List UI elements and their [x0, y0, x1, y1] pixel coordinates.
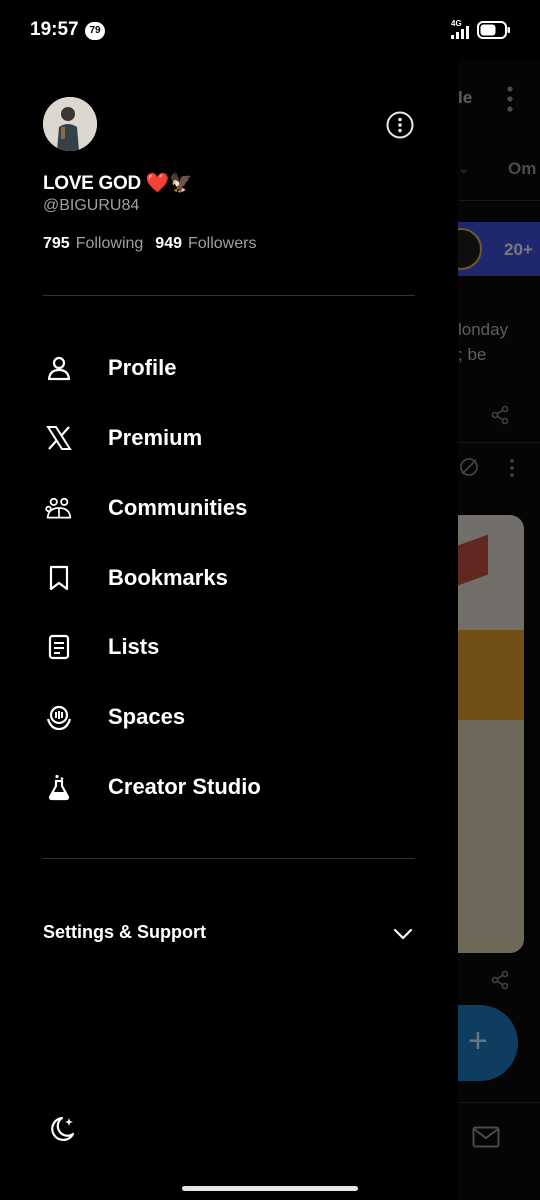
nav-item-premium[interactable]: Premium [43, 414, 423, 462]
nav-item-spaces[interactable]: Spaces [43, 693, 423, 741]
theme-moon-icon[interactable] [45, 1114, 77, 1146]
side-drawer: LOVE GOD ❤️🦅 @BIGURU84 795 Following 949… [0, 0, 458, 1200]
background-feed[interactable]: le ⌄ Om 20+ londay ; be + [458, 60, 540, 1200]
notification-count-badge: 79 [85, 22, 105, 40]
nav-label: Premium [108, 425, 203, 450]
nav-item-creator-studio[interactable]: Creator Studio [43, 763, 423, 811]
signal-icon: 4G [451, 19, 469, 39]
battery-icon [477, 21, 510, 39]
chevron-down-icon [393, 928, 413, 940]
flask-icon [43, 771, 75, 803]
followers-label[interactable]: Followers [188, 235, 256, 253]
nav-label: Profile [108, 355, 177, 380]
status-time: 19:57 [30, 19, 79, 40]
nav-item-profile[interactable]: Profile [43, 344, 423, 392]
home-indicator[interactable] [182, 1186, 358, 1191]
nav-item-communities[interactable]: Communities [43, 484, 423, 532]
avatar[interactable] [43, 97, 97, 151]
following-label[interactable]: Following [76, 235, 144, 253]
network-type: 4G [451, 19, 462, 28]
nav-label: Spaces [108, 704, 186, 729]
divider [43, 295, 415, 296]
screen: 19:57 79 4G le ⌄ Om 20+ londay ; be + LO… [0, 0, 540, 1200]
user-handle[interactable]: @BIGURU84 [43, 197, 139, 215]
settings-support-label: Settings & Support [43, 922, 206, 942]
display-name[interactable]: LOVE GOD ❤️🦅 [43, 171, 193, 195]
following-count[interactable]: 795 [43, 235, 70, 253]
settings-support-toggle[interactable]: Settings & Support [43, 916, 415, 950]
divider [43, 858, 415, 859]
avatar-image [43, 97, 97, 151]
spaces-icon [43, 701, 75, 733]
nav-label: Creator Studio [108, 774, 261, 799]
nav-item-bookmarks[interactable]: Bookmarks [43, 554, 423, 602]
person-icon [43, 352, 75, 384]
x-logo-icon [43, 422, 75, 454]
bookmark-icon [43, 562, 75, 594]
follow-stats: 795 Following 949 Followers [43, 235, 262, 253]
list-icon [43, 631, 75, 663]
feed-dim-overlay[interactable] [458, 60, 540, 1200]
communities-icon [43, 492, 75, 524]
followers-count[interactable]: 949 [155, 235, 182, 253]
status-bar: 19:57 79 4G [0, 0, 540, 60]
account-more-button[interactable] [386, 111, 414, 139]
nav-item-lists[interactable]: Lists [43, 623, 423, 671]
nav-label: Lists [108, 634, 160, 659]
nav-label: Communities [108, 495, 248, 520]
nav-label: Bookmarks [108, 565, 228, 590]
